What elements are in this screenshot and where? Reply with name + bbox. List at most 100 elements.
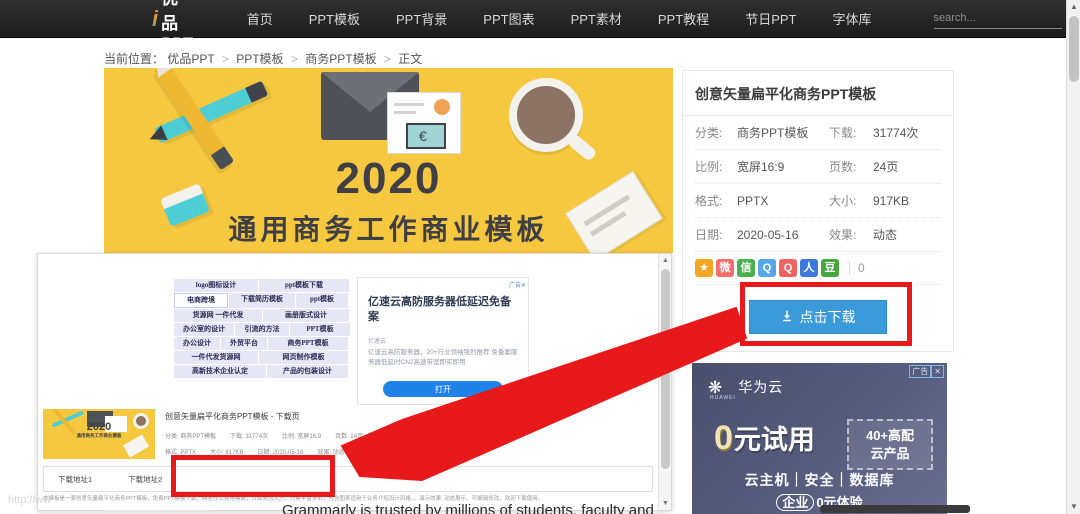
download-detail-card: 2020 通用商务工作商业模板 创意矢量扁平化商务PPT模板 - 下载页 分类:… xyxy=(43,409,653,461)
breadcrumb-item-home[interactable]: 优品PPT xyxy=(167,52,214,66)
download-meta-row: 格式: PPTX 大小: 917KB 日期: 2020-05-16 效果: 动态 xyxy=(165,447,345,456)
list-item[interactable]: 下载简历模板 xyxy=(229,293,295,308)
list-item[interactable]: 产品的包装设计 xyxy=(267,365,348,378)
list-item[interactable]: 引流的方法 xyxy=(235,323,289,336)
info-value-ratio: 宽屏16:9 xyxy=(737,160,785,174)
download-link-1[interactable]: 下载地址1 xyxy=(58,474,92,485)
ad-badge: 40+高配 云产品 xyxy=(847,419,933,471)
nav-item-fonts[interactable]: 字体库 xyxy=(814,9,889,28)
breadcrumb: 当前位置： 优品PPT > PPT模板 > 商务PPT模板 > 正文 xyxy=(104,50,422,67)
ad-badge-line1: 40+高配 xyxy=(865,428,915,443)
nav-item-holiday[interactable]: 节日PPT xyxy=(727,9,814,28)
table-row: 格式: PPTX 大小: 917KB xyxy=(695,184,941,218)
ad-badge-line2: 云产品 xyxy=(870,445,910,461)
list-item[interactable]: 电商跨境 xyxy=(174,293,228,308)
table-row: 分类: 商务PPT模板 下载: 31774次 xyxy=(695,116,941,150)
list-item[interactable]: 货源网 一件代发 xyxy=(174,309,262,322)
nav-item-backgrounds[interactable]: PPT背景 xyxy=(378,9,465,28)
list-item[interactable]: 商务PPT模板 xyxy=(268,337,348,350)
list-item[interactable]: 画册版式设计 xyxy=(263,309,349,322)
huawei-logo: ❋ HUAWEI 华为云 xyxy=(708,377,784,402)
breadcrumb-item-templates[interactable]: PPT模板 xyxy=(236,52,283,66)
list-item[interactable]: 网页制作模板 xyxy=(259,351,348,364)
scroll-up-icon[interactable]: ▲ xyxy=(659,254,671,267)
scroll-up-icon[interactable]: ▲ xyxy=(1067,0,1080,14)
favorite-star-icon[interactable]: ★ xyxy=(695,259,713,277)
breadcrumb-separator: > xyxy=(290,52,298,66)
search-input[interactable] xyxy=(933,8,1062,29)
huawei-flower-icon: ❋ xyxy=(708,377,722,397)
site-logo[interactable]: i 优品PPT xyxy=(152,0,193,54)
breadcrumb-item-business[interactable]: 商务PPT模板 xyxy=(305,52,376,66)
meta-ratio: 比例: 宽屏16:9 xyxy=(282,434,322,440)
info-value-downloads: 31774次 xyxy=(873,126,919,140)
list-item[interactable]: logo图标设计 xyxy=(174,279,258,292)
inner-ad-description: 亿速云高防服务器，20+行业领袖强烈推荐 免备案服务器低延时CN2高速带宽即买即… xyxy=(368,349,518,367)
list-item[interactable]: 办公室的设计 xyxy=(174,323,234,336)
magnifier-coffee-illustration xyxy=(509,78,583,152)
letter-card-illustration xyxy=(387,92,461,154)
download-page-title: 创意矢量扁平化商务PPT模板 - 下载页 xyxy=(165,412,300,421)
scroll-down-icon[interactable]: ▼ xyxy=(659,497,671,510)
scroll-thumb[interactable] xyxy=(661,269,670,469)
meta-category: 分类: 商务PPT模板 xyxy=(165,434,217,440)
inner-ad-open-button[interactable]: 打开 xyxy=(383,381,503,397)
ad-headline-rest: 元试用 xyxy=(733,425,815,455)
nav-item-home[interactable]: 首页 xyxy=(229,9,291,28)
inner-ad-title: 亿速云高防服务器低延迟免备案 xyxy=(368,296,511,323)
nav-item-materials[interactable]: PPT素材 xyxy=(553,9,640,28)
thumb-subtitle: 通用商务工作商业模板 xyxy=(76,433,122,438)
template-thumbnail[interactable]: 2020 通用商务工作商业模板 xyxy=(43,409,155,459)
qq-icon[interactable]: Q xyxy=(779,259,797,277)
huawei-brand-name: 华为云 xyxy=(738,379,784,395)
breadcrumb-prefix: 当前位置： xyxy=(104,52,165,66)
inner-yisuyun-ad[interactable]: 广告✕ 亿速云高防服务器低延迟免备案 亿速云 亿速云高防服务器，20+行业领袖强… xyxy=(357,277,529,405)
bottom-dark-button[interactable] xyxy=(820,505,970,513)
close-icon[interactable]: ✕ xyxy=(931,365,944,378)
info-label-date: 日期: xyxy=(695,228,723,242)
share-bar: ★ 微 信 Q Q 人 豆 0 xyxy=(695,252,941,285)
meta-size: 大小: 917KB xyxy=(210,450,244,456)
download-button[interactable]: 点击下载 xyxy=(749,300,887,334)
nav-item-tutorials[interactable]: PPT教程 xyxy=(640,9,727,28)
scroll-thumb[interactable] xyxy=(1069,16,1079,82)
template-preview-banner[interactable]: 2020 通用商务工作商业模板 xyxy=(104,68,673,253)
qzone-icon[interactable]: Q xyxy=(758,259,776,277)
popup-content: logo图标设计 ppt模板下载 电商跨境 下载简历模板 ppt模板 货源网 一… xyxy=(38,254,658,510)
list-item[interactable]: PPT模板 xyxy=(290,323,350,336)
ad-headline: 0 元试用 xyxy=(714,421,815,455)
page-title: 创意矢量扁平化商务PPT模板 xyxy=(683,71,953,116)
info-value-size: 917KB xyxy=(873,193,910,208)
ad-label[interactable]: 广告✕ xyxy=(509,280,526,289)
wechat-icon[interactable]: 信 xyxy=(737,259,755,277)
info-rows: 分类: 商务PPT模板 下载: 31774次 比例: 宽屏16:9 页数: 24… xyxy=(683,116,953,351)
douban-icon[interactable]: 豆 xyxy=(821,259,839,277)
renren-icon[interactable]: 人 xyxy=(800,259,818,277)
scroll-down-icon[interactable]: ▼ xyxy=(1067,500,1080,514)
breadcrumb-item-current[interactable]: 正文 xyxy=(398,52,422,66)
inner-ad-advertiser: 亿速云 xyxy=(368,339,387,345)
huawei-cloud-ad[interactable]: 广告 ✕ ❋ HUAWEI 华为云 0 元试用 40+高配 云产品 云主机｜安全… xyxy=(692,363,947,514)
weibo-icon[interactable]: 微 xyxy=(716,259,734,277)
list-item[interactable]: ppt模板 xyxy=(296,293,348,308)
download-button-label: 点击下载 xyxy=(799,309,856,325)
thumb-year: 2020 xyxy=(86,421,112,433)
list-item[interactable]: 一件代发货源网 xyxy=(174,351,258,364)
download-meta-row: 分类: 商务PPT模板 下载: 31774次 比例: 宽屏16:9 页数: 24… xyxy=(165,431,363,440)
logo-mark: i xyxy=(152,5,159,31)
nav-item-charts[interactable]: PPT图表 xyxy=(465,9,552,28)
browser-scrollbar[interactable]: ▲ ▼ xyxy=(1066,0,1080,514)
page-divider xyxy=(104,510,210,512)
share-count: 0 xyxy=(849,261,865,275)
banner-subtitle: 通用商务工作商业模板 xyxy=(228,214,549,245)
list-item[interactable]: ppt模板下载 xyxy=(259,279,349,292)
popup-scrollbar[interactable]: ▲ ▼ xyxy=(658,254,671,510)
download-page-popup[interactable]: logo图标设计 ppt模板下载 电商跨境 下载简历模板 ppt模板 货源网 一… xyxy=(37,253,672,511)
download-link-2[interactable]: 下载地址2 xyxy=(128,474,162,485)
ad-footer-pill: 企业 xyxy=(776,494,815,511)
bottom-promo-text: Grammarly is trusted by millions of stud… xyxy=(282,502,654,514)
list-item[interactable]: 办公设计 xyxy=(174,337,220,350)
list-item[interactable]: 外贸平台 xyxy=(221,337,267,350)
nav-item-templates[interactable]: PPT模板 xyxy=(291,9,378,28)
list-item[interactable]: 高新技术企业认定 xyxy=(174,365,266,378)
